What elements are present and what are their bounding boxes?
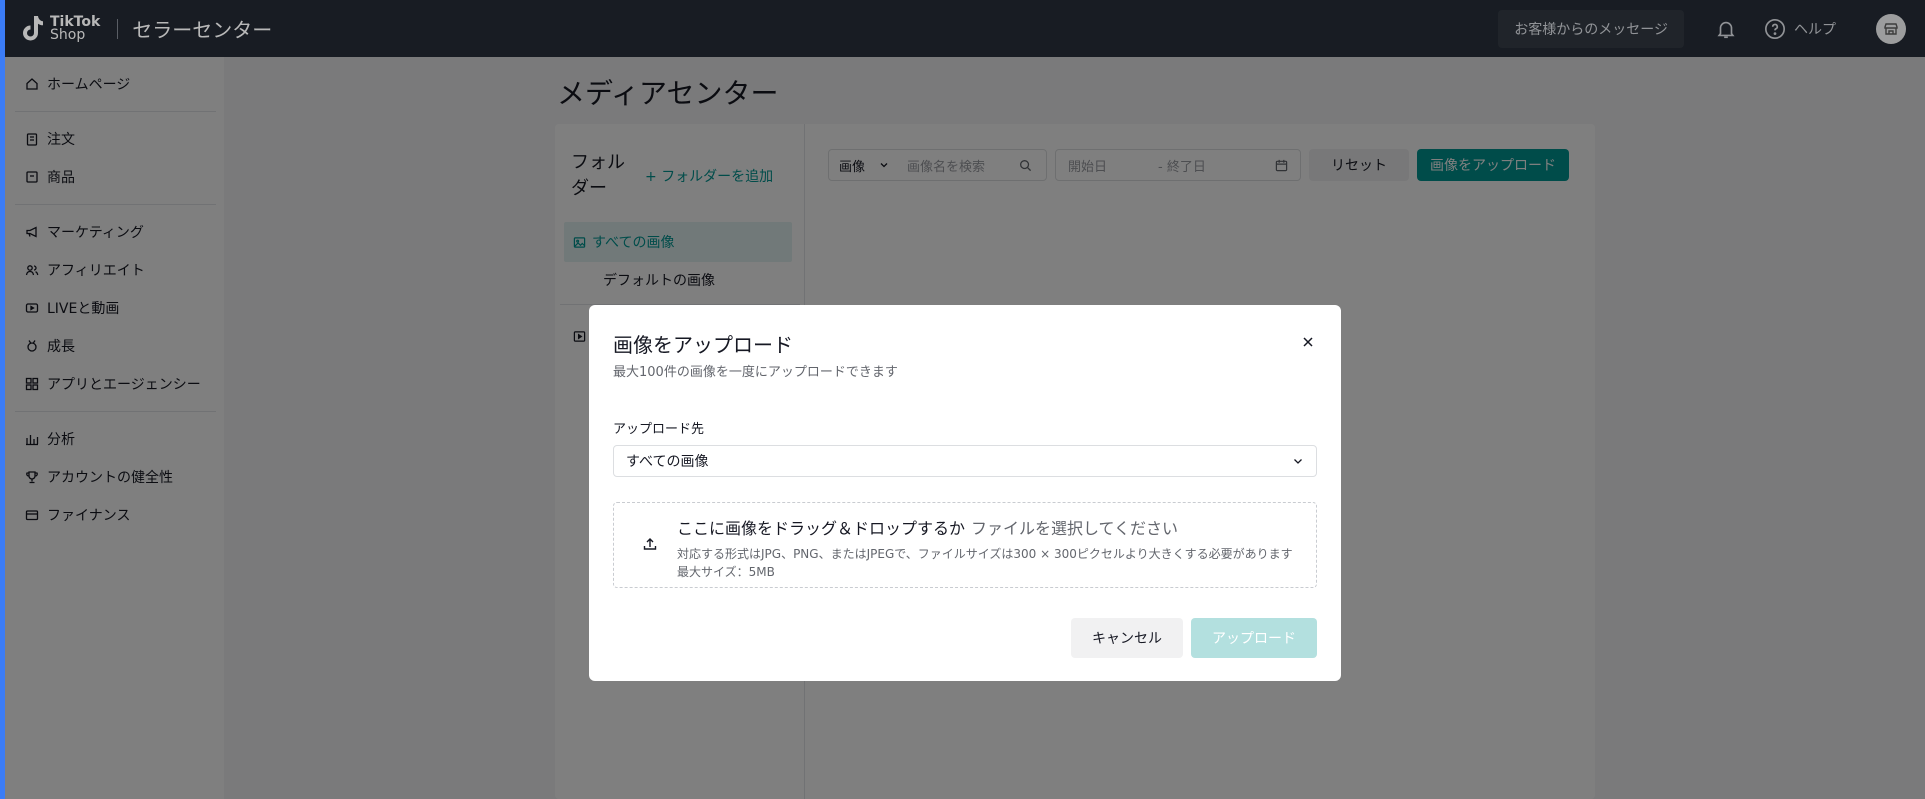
destination-label: アップロード先 xyxy=(613,422,705,437)
topbar-overlay xyxy=(5,0,1925,57)
drop-text: ここに画像をドラッグ＆ドロップするか xyxy=(677,519,966,538)
upload-icon xyxy=(642,536,658,556)
format-hint: 対応する形式はJPG、PNG、またはJPEGで、ファイルサイズは300 × 30… xyxy=(677,547,1293,561)
destination-select[interactable]: すべての画像 xyxy=(613,445,1317,477)
size-hint: 最大サイズ：5MB xyxy=(677,565,775,579)
dialog-subtitle: 最大100件の画像を一度にアップロードできます xyxy=(613,365,898,380)
chevron-down-icon xyxy=(1294,459,1302,464)
upload-submit-button[interactable]: アップロード xyxy=(1191,618,1317,658)
file-drop-zone[interactable]: ここに画像をドラッグ＆ドロップするか ファイルを選択してください 対応する形式はJ… xyxy=(613,502,1317,588)
dialog-title: 画像をアップロード xyxy=(613,333,793,357)
cancel-button[interactable]: キャンセル xyxy=(1071,618,1183,658)
select-file-link[interactable]: ファイルを選択してください xyxy=(971,519,1178,538)
destination-value: すべての画像 xyxy=(626,454,709,470)
upload-images-dialog: 画像をアップロード 最大100件の画像を一度にアップロードできます アップロード… xyxy=(589,305,1341,681)
drop-instructions: ここに画像をドラッグ＆ドロップするか ファイルを選択してください xyxy=(677,515,1178,539)
close-icon[interactable] xyxy=(1301,335,1315,349)
